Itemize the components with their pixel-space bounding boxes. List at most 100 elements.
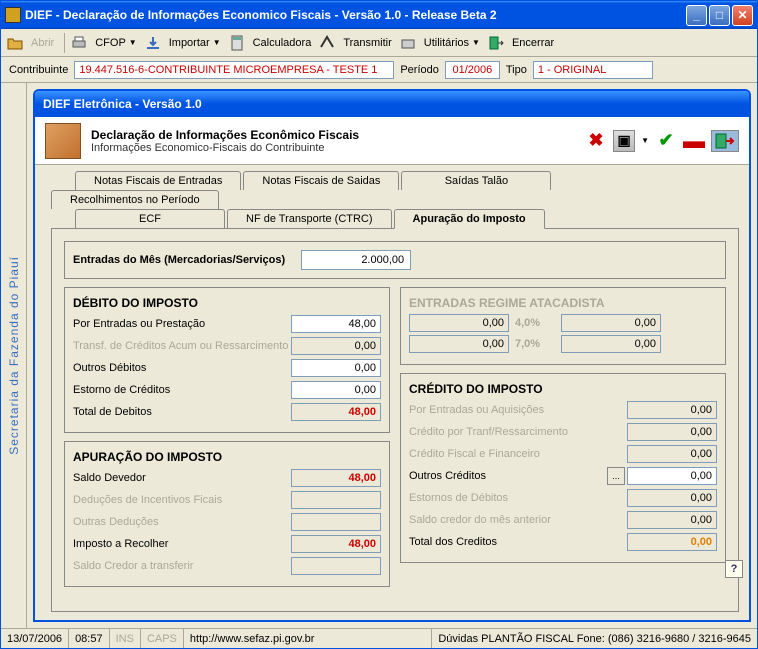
- imposto-recolher-label: Imposto a Recolher: [73, 538, 291, 550]
- help-button[interactable]: ?: [725, 560, 743, 578]
- cred-total-label: Total dos Creditos: [409, 536, 627, 548]
- debito-por-entradas-input[interactable]: [291, 315, 381, 333]
- atacad-p1-label: 4,0%: [515, 317, 555, 329]
- periodo-label: Período: [400, 64, 439, 76]
- book-button[interactable]: ▣: [613, 130, 635, 152]
- atacadista-title: ENTRADAS REGIME ATACADISTA: [409, 296, 717, 310]
- cred-outros-lookup[interactable]: ...: [607, 467, 625, 485]
- saldo-credor-input: [291, 557, 381, 575]
- debito-transf-input: [291, 337, 381, 355]
- toolbar: Abrir CFOP ▼ Importar ▼ Calculadora Tran…: [1, 29, 757, 57]
- debito-title: DÉBITO DO IMPOSTO: [73, 296, 381, 310]
- debito-transf-label: Transf. de Créditos Acum ou Ressarciment…: [73, 340, 291, 352]
- minimize-button[interactable]: _: [686, 5, 707, 26]
- print-icon[interactable]: [71, 35, 87, 51]
- contribuinte-input[interactable]: [74, 61, 394, 79]
- book-icon: [45, 123, 81, 159]
- debito-por-entradas-label: Por Entradas ou Prestação: [73, 318, 291, 330]
- atacadista-group: ENTRADAS REGIME ATACADISTA 4,0% 7,0%: [400, 287, 726, 365]
- abrir-button[interactable]: Abrir: [27, 35, 58, 51]
- cred-estornos-label: Estornos de Débitos: [409, 492, 627, 504]
- status-caps: CAPS: [141, 629, 184, 648]
- deducoes-input: [291, 491, 381, 509]
- tab-ecf[interactable]: ECF: [75, 209, 225, 228]
- inner-titlebar: DIEF Eletrônica - Versão 1.0: [35, 91, 749, 117]
- calc-icon: [229, 35, 245, 51]
- outras-deducoes-input: [291, 513, 381, 531]
- entradas-label: Entradas do Mês (Mercadorias/Serviços): [73, 254, 285, 266]
- close-button[interactable]: ✕: [732, 5, 753, 26]
- calculadora-button[interactable]: Calculadora: [249, 35, 316, 51]
- app-icon: [5, 7, 21, 23]
- atacad-1b-input: [561, 314, 661, 332]
- cfop-button[interactable]: CFOP ▼: [91, 35, 140, 51]
- cred-outros-label: Outros Créditos: [409, 470, 607, 482]
- atacad-1a-input: [409, 314, 509, 332]
- tab-nf-transporte[interactable]: NF de Transporte (CTRC): [227, 209, 392, 228]
- header-sub: Informações Economico-Fiscais do Contrib…: [91, 142, 585, 154]
- sidebar: Secretaria da Fazenda do Piauí: [1, 83, 27, 628]
- cred-saldo-ant-label: Saldo credor do mês anterior: [409, 514, 627, 526]
- inner-window: DIEF Eletrônica - Versão 1.0 Declaração …: [33, 89, 751, 622]
- saldo-devedor-label: Saldo Devedor: [73, 472, 291, 484]
- periodo-input[interactable]: [445, 61, 500, 79]
- tab-panel-apuracao: Entradas do Mês (Mercadorias/Serviços) D…: [51, 228, 739, 612]
- tab-nf-entradas[interactable]: Notas Fiscais de Entradas: [75, 171, 241, 190]
- debito-outros-input[interactable]: [291, 359, 381, 377]
- atacad-2a-input: [409, 335, 509, 353]
- credito-group: CRÉDITO DO IMPOSTO Por Entradas ou Aquis…: [400, 373, 726, 563]
- header-title: Declaração de Informações Econômico Fisc…: [91, 128, 585, 142]
- cred-saldo-ant-input: [627, 511, 717, 529]
- tab-recolhimentos[interactable]: Recolhimentos no Período: [51, 190, 219, 209]
- deducoes-label: Deduções de Incentivos Ficais: [73, 494, 291, 506]
- remove-button[interactable]: ▬: [683, 130, 705, 152]
- cred-transf-input: [627, 423, 717, 441]
- cred-estornos-input: [627, 489, 717, 507]
- status-duvidas: Dúvidas PLANTÃO FISCAL Fone: (086) 3216-…: [432, 629, 757, 648]
- inner-header: Declaração de Informações Econômico Fisc…: [35, 117, 749, 165]
- cred-fiscal-label: Crédito Fiscal e Financeiro: [409, 448, 627, 460]
- main-window: DIEF - Declaração de Informações Economi…: [0, 0, 758, 649]
- cred-total-input: [627, 533, 717, 551]
- debito-group: DÉBITO DO IMPOSTO Por Entradas ou Presta…: [64, 287, 390, 433]
- atacad-p2-label: 7,0%: [515, 338, 555, 350]
- maximize-button[interactable]: □: [709, 5, 730, 26]
- debito-estorno-input[interactable]: [291, 381, 381, 399]
- debito-estorno-label: Estorno de Créditos: [73, 384, 291, 396]
- confirm-button[interactable]: ✔: [655, 130, 677, 152]
- debito-outros-label: Outros Débitos: [73, 362, 291, 374]
- util-icon: [400, 35, 416, 51]
- entradas-group: Entradas do Mês (Mercadorias/Serviços): [64, 241, 726, 279]
- encerrar-button[interactable]: Encerrar: [508, 35, 558, 51]
- delete-button[interactable]: ✖: [585, 130, 607, 152]
- debito-total-input: [291, 403, 381, 421]
- credito-title: CRÉDITO DO IMPOSTO: [409, 382, 717, 396]
- cred-entradas-input: [627, 401, 717, 419]
- status-time: 08:57: [69, 629, 110, 648]
- contribuinte-label: Contribuinte: [9, 64, 68, 76]
- infobar: Contribuinte Período Tipo: [1, 57, 757, 83]
- titlebar-text: DIEF - Declaração de Informações Economi…: [25, 8, 686, 22]
- tab-nf-saidas[interactable]: Notas Fiscais de Saidas: [243, 171, 399, 190]
- utilitarios-button[interactable]: Utilitários ▼: [420, 35, 484, 51]
- sidebar-label: Secretaria da Fazenda do Piauí: [7, 256, 21, 455]
- exit-button[interactable]: [711, 130, 739, 152]
- transmitir-button[interactable]: Transmitir: [339, 35, 395, 51]
- exit-icon: [488, 35, 504, 51]
- apuracao-group: APURAÇÃO DO IMPOSTO Saldo Devedor Deduçõ…: [64, 441, 390, 587]
- apuracao-title: APURAÇÃO DO IMPOSTO: [73, 450, 381, 464]
- titlebar: DIEF - Declaração de Informações Economi…: [1, 1, 757, 29]
- status-url: http://www.sefaz.pi.gov.br: [184, 629, 432, 648]
- folder-icon: [7, 35, 23, 51]
- transmit-icon: [319, 35, 335, 51]
- tab-apuracao[interactable]: Apuração do Imposto: [394, 209, 545, 229]
- tipo-input[interactable]: [533, 61, 653, 79]
- cred-fiscal-input: [627, 445, 717, 463]
- entradas-input[interactable]: [301, 250, 411, 270]
- book-dropdown[interactable]: ▼: [641, 136, 649, 145]
- statusbar: 13/07/2006 08:57 INS CAPS http://www.sef…: [1, 628, 757, 648]
- importar-button[interactable]: Importar ▼: [165, 35, 225, 51]
- cred-outros-input[interactable]: [627, 467, 717, 485]
- saldo-credor-label: Saldo Credor a transferir: [73, 560, 291, 572]
- tab-saidas-talao[interactable]: Saídas Talão: [401, 171, 551, 190]
